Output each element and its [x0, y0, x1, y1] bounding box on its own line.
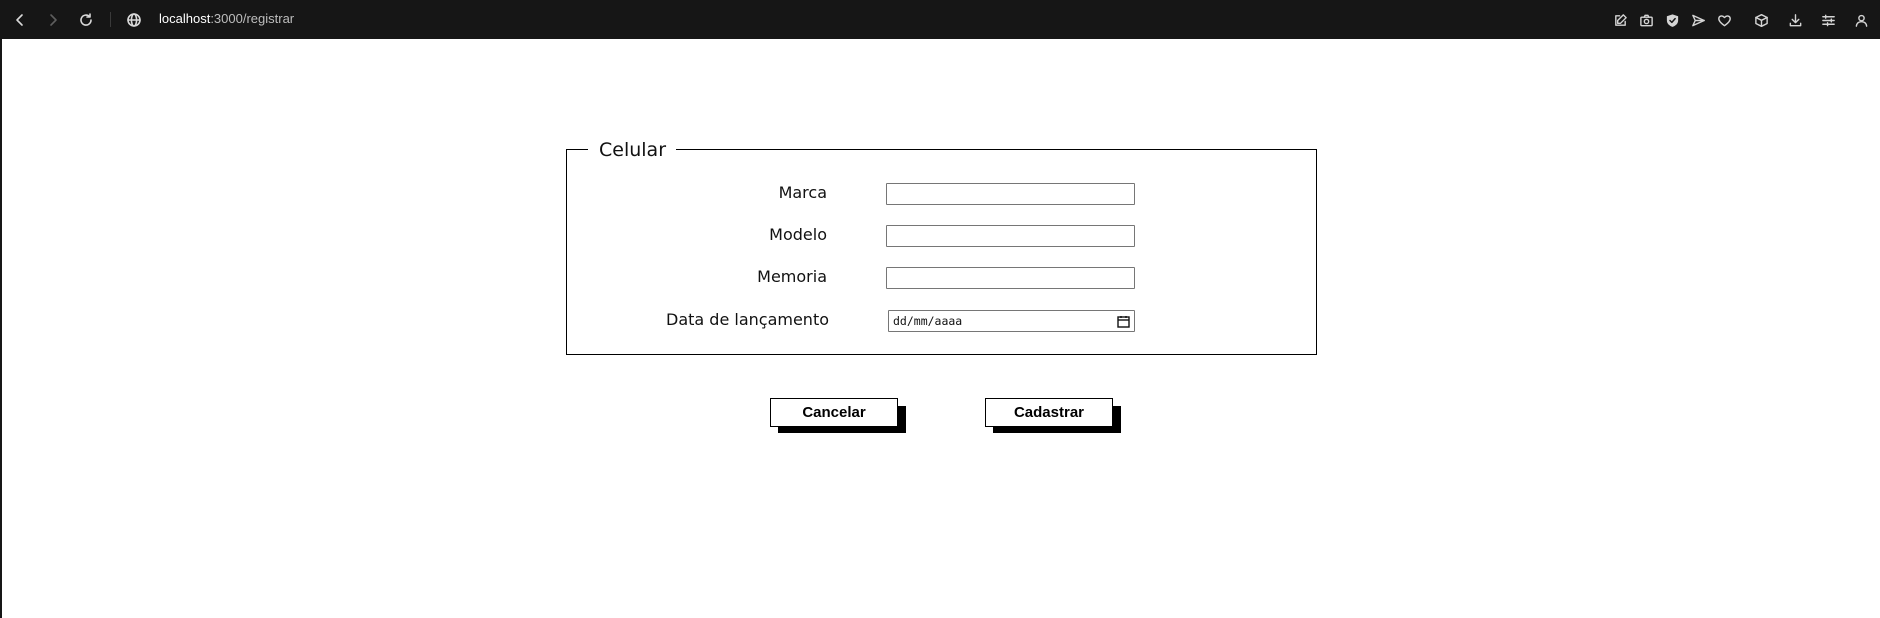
- modelo-label: Modelo: [769, 225, 827, 244]
- data-lancamento-label: Data de lançamento: [666, 310, 829, 329]
- url-path: :3000/registrar: [210, 11, 295, 26]
- data-lancamento-input[interactable]: dd/mm/aaaa: [888, 310, 1135, 332]
- download-icon[interactable]: [1785, 10, 1805, 30]
- reload-icon[interactable]: [75, 9, 97, 31]
- submit-button-wrap: Cadastrar: [985, 398, 1123, 433]
- url-host: localhost: [159, 11, 211, 26]
- cadastrar-button[interactable]: Cadastrar: [985, 398, 1113, 427]
- cancel-button-wrap: Cancelar: [770, 398, 908, 433]
- globe-icon[interactable]: [123, 9, 145, 31]
- calendar-icon[interactable]: [1117, 315, 1130, 328]
- back-icon[interactable]: [9, 9, 31, 31]
- address-bar[interactable]: localhost:3000/registrar: [159, 11, 294, 26]
- edit-icon[interactable]: [1610, 10, 1630, 30]
- window-edge: [0, 39, 2, 618]
- marca-input[interactable]: [886, 183, 1135, 205]
- forward-icon[interactable]: [42, 9, 64, 31]
- browser-toolbar: localhost:3000/registrar: [0, 0, 1880, 39]
- shield-icon[interactable]: [1662, 10, 1682, 30]
- send-icon[interactable]: [1688, 10, 1708, 30]
- cube-icon[interactable]: [1751, 10, 1771, 30]
- cancel-button[interactable]: Cancelar: [770, 398, 898, 427]
- toolbar-separator: [110, 12, 111, 27]
- marca-label: Marca: [778, 183, 827, 202]
- memoria-input[interactable]: [886, 267, 1135, 289]
- sliders-icon[interactable]: [1818, 10, 1838, 30]
- modelo-input[interactable]: [886, 225, 1135, 247]
- memoria-label: Memoria: [757, 267, 827, 286]
- fieldset-legend: Celular: [588, 139, 677, 161]
- heart-icon[interactable]: [1714, 10, 1734, 30]
- date-placeholder: dd/mm/aaaa: [893, 314, 963, 328]
- camera-icon[interactable]: [1636, 10, 1656, 30]
- celular-fieldset: Celular Marca Modelo Memoria Data de lan…: [566, 139, 1317, 355]
- user-icon[interactable]: [1851, 10, 1871, 30]
